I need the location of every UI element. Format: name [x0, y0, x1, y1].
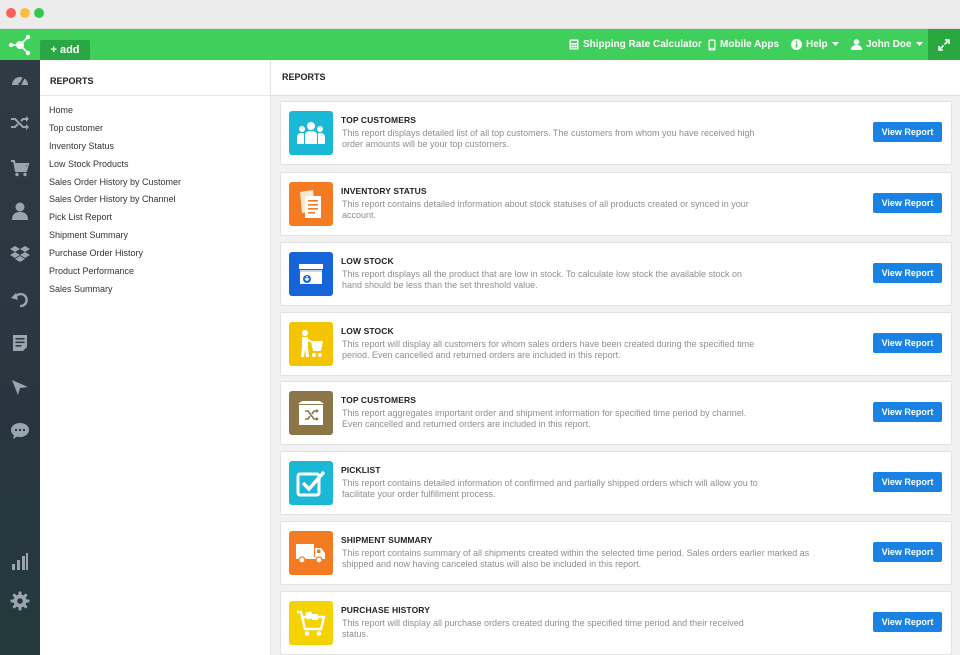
sidebar-item-product-performance[interactable]: Product Performance	[40, 263, 270, 281]
truck-icon	[289, 531, 333, 575]
report-title: PICKLIST	[341, 465, 381, 475]
report-title: SHIPMENT SUMMARY	[341, 535, 433, 545]
add-button[interactable]: + add	[40, 40, 90, 60]
report-card-top-customers-channel: TOP CUSTOMERS This report aggregates imp…	[280, 381, 952, 445]
report-description: This report contains detailed informatio…	[342, 478, 758, 499]
report-description: This report contains summary of all ship…	[342, 548, 810, 569]
expand-icon	[938, 38, 950, 51]
view-report-button[interactable]: View Report	[873, 612, 942, 632]
report-title: LOW STOCK	[341, 256, 394, 266]
sidebar-title: REPORTS	[40, 60, 270, 96]
view-report-button[interactable]: View Report	[873, 333, 942, 353]
report-card-low-stock: LOW STOCK This report displays all the p…	[280, 242, 952, 306]
report-card-inventory-status: INVENTORY STATUS This report contains de…	[280, 172, 952, 236]
dropbox-icon[interactable]	[0, 240, 40, 268]
reports-main: REPORTS TOP CUSTOMERS This report displa…	[271, 60, 960, 655]
report-card-shipment-summary: SHIPMENT SUMMARY This report contains su…	[280, 521, 952, 585]
people-icon	[289, 111, 333, 155]
cart-icon[interactable]	[0, 154, 40, 182]
invoice-icon[interactable]	[0, 329, 40, 357]
mobile-phone-icon	[708, 39, 716, 50]
report-description: This report will display all customers f…	[342, 339, 755, 360]
bar-chart-icon[interactable]	[0, 548, 40, 576]
sidebar-report-list: Home Top customer Inventory Status Low S…	[40, 96, 270, 299]
report-description: This report displays detailed list of al…	[342, 128, 755, 149]
user-icon[interactable]	[0, 197, 40, 225]
top-bar: + add Shipping Rate Calculator Mobile Ap…	[0, 29, 960, 60]
undo-icon[interactable]	[0, 285, 40, 313]
customer-cart-icon	[289, 322, 333, 366]
view-report-button[interactable]: View Report	[873, 122, 942, 142]
page-title: REPORTS	[271, 60, 960, 96]
report-title: TOP CUSTOMERS	[341, 115, 416, 125]
fullscreen-button[interactable]	[928, 29, 960, 60]
mobile-apps-label: Mobile Apps	[720, 39, 780, 50]
shipping-rate-calculator-label: Shipping Rate Calculator	[583, 39, 702, 50]
view-report-button[interactable]: View Report	[873, 402, 942, 422]
report-title: LOW STOCK	[341, 326, 394, 336]
report-card-top-customers: TOP CUSTOMERS This report displays detai…	[280, 101, 952, 165]
gear-icon[interactable]	[0, 587, 40, 615]
shipping-rate-calculator-link[interactable]: Shipping Rate Calculator	[569, 29, 702, 60]
info-icon	[791, 39, 802, 50]
view-report-button[interactable]: View Report	[873, 193, 942, 213]
app-logo-icon[interactable]	[0, 29, 40, 60]
sidebar-item-pick-list-report[interactable]: Pick List Report	[40, 209, 270, 227]
calculator-icon	[569, 39, 579, 50]
report-description: This report displays all the product tha…	[342, 269, 743, 290]
sidebar-item-home[interactable]: Home	[40, 102, 270, 120]
caret-down-icon	[831, 42, 839, 46]
dashboard-icon[interactable]	[0, 65, 40, 93]
shuffle-icon[interactable]	[0, 109, 40, 137]
sidebar-item-purchase-order-history[interactable]: Purchase Order History	[40, 245, 270, 263]
sidebar-item-shipment-summary[interactable]: Shipment Summary	[40, 227, 270, 245]
report-title: TOP CUSTOMERS	[341, 395, 416, 405]
shuffle-box-icon	[289, 391, 333, 435]
checkbox-icon	[289, 461, 333, 505]
report-description: This report will display all purchase or…	[342, 618, 744, 639]
window-titlebar	[0, 0, 960, 29]
purchase-cart-icon	[289, 601, 333, 645]
sidebar-item-sales-summary[interactable]: Sales Summary	[40, 281, 270, 299]
sidebar-item-top-customer[interactable]: Top customer	[40, 120, 270, 138]
report-description: This report aggregates important order a…	[342, 408, 747, 429]
user-menu[interactable]: John Doe	[851, 29, 923, 60]
report-title: PURCHASE HISTORY	[341, 605, 430, 615]
chat-icon[interactable]	[0, 417, 40, 445]
help-menu[interactable]: Help	[791, 29, 839, 60]
report-description: This report contains detailed informatio…	[342, 199, 749, 220]
caret-down-icon	[915, 42, 923, 46]
view-report-button[interactable]: View Report	[873, 263, 942, 283]
reports-sidebar: REPORTS Home Top customer Inventory Stat…	[40, 60, 271, 655]
report-card-picklist: PICKLIST This report contains detailed i…	[280, 451, 952, 515]
view-report-button[interactable]: View Report	[873, 472, 942, 492]
maximize-window-button[interactable]	[34, 8, 44, 18]
report-card-low-stock-customers: LOW STOCK This report will display all c…	[280, 312, 952, 376]
sidebar-item-inventory-status[interactable]: Inventory Status	[40, 138, 270, 156]
icon-rail	[0, 60, 40, 655]
send-icon[interactable]	[0, 373, 40, 401]
user-icon	[851, 39, 862, 50]
user-name-label: John Doe	[866, 39, 912, 50]
mobile-apps-link[interactable]: Mobile Apps	[708, 29, 779, 60]
sidebar-item-sales-order-history-by-customer[interactable]: Sales Order History by Customer	[40, 174, 270, 192]
minimize-window-button[interactable]	[20, 8, 30, 18]
view-report-button[interactable]: View Report	[873, 542, 942, 562]
stock-box-icon	[289, 252, 333, 296]
close-window-button[interactable]	[6, 8, 16, 18]
help-label: Help	[806, 39, 828, 50]
sidebar-item-low-stock-products[interactable]: Low Stock Products	[40, 156, 270, 174]
report-card-purchase-history: PURCHASE HISTORY This report will displa…	[280, 591, 952, 655]
documents-icon	[289, 182, 333, 226]
report-title: INVENTORY STATUS	[341, 186, 427, 196]
sidebar-item-sales-order-history-by-channel[interactable]: Sales Order History by Channel	[40, 191, 270, 209]
